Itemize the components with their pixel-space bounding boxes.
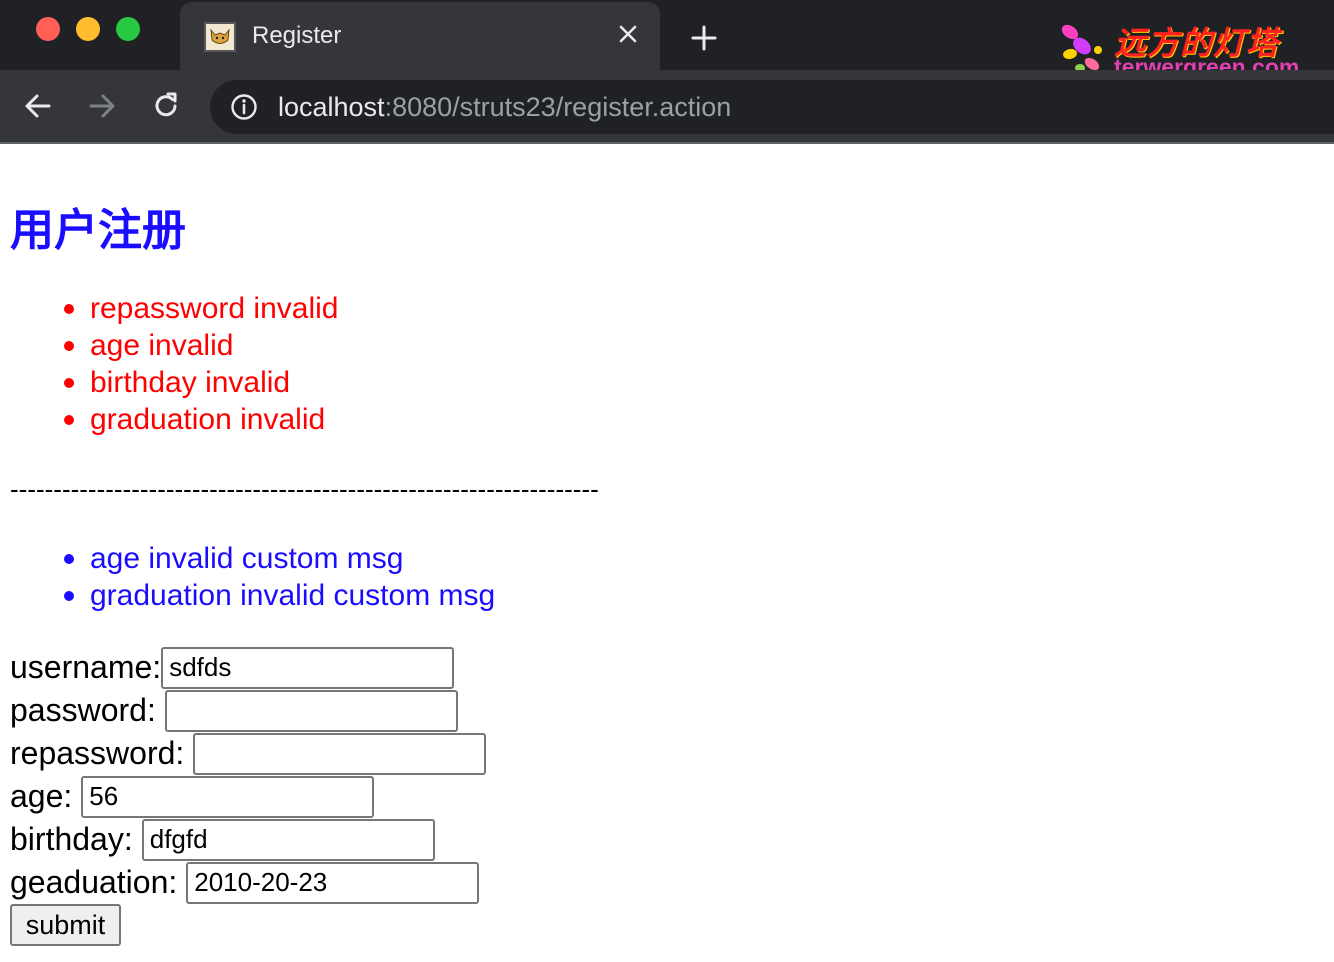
password-row: password: (10, 689, 458, 732)
graduation-row: geaduation: (10, 861, 480, 904)
url-host: localhost (278, 92, 385, 122)
tomcat-favicon-icon (204, 22, 236, 52)
field-error-list: repassword invalid age invalid birthday … (62, 290, 338, 438)
minimize-window-button[interactable] (76, 17, 100, 41)
browser-tab[interactable]: Register (180, 2, 660, 70)
username-input[interactable] (161, 646, 455, 689)
url-path: :8080/struts23/register.action (384, 92, 732, 122)
age-input[interactable] (81, 775, 375, 818)
password-input[interactable] (164, 689, 458, 732)
error-item: graduation invalid (62, 401, 338, 438)
tab-title: Register (252, 22, 342, 49)
new-tab-plus-icon[interactable] (684, 18, 724, 58)
browser-titlebar: Register 远方的灯塔 terwergreen.com (0, 0, 1334, 80)
browser-toolbar: localhost:8080/struts23/register.action (0, 70, 1334, 142)
graduation-input[interactable] (186, 861, 480, 904)
username-label: username: (10, 649, 162, 685)
custom-error-item: graduation invalid custom msg (62, 577, 495, 614)
back-arrow-icon[interactable] (18, 86, 58, 126)
birthday-input[interactable] (141, 818, 435, 861)
error-item: repassword invalid (62, 290, 338, 327)
url-text[interactable]: localhost:8080/struts23/register.action (278, 92, 731, 123)
maximize-window-button[interactable] (116, 17, 140, 41)
repassword-row: repassword: (10, 732, 487, 775)
age-label: age: (10, 778, 73, 814)
close-tab-icon[interactable] (612, 18, 644, 50)
close-window-button[interactable] (36, 17, 60, 41)
birthday-label: birthday: (10, 821, 133, 857)
birthday-row: birthday: (10, 818, 435, 861)
error-item: birthday invalid (62, 364, 338, 401)
custom-error-item: age invalid custom msg (62, 540, 495, 577)
reload-icon[interactable] (146, 86, 186, 126)
graduation-label: geaduation: (10, 864, 178, 900)
separator-line: ----------------------------------------… (10, 474, 599, 504)
site-info-icon[interactable] (230, 93, 258, 121)
page-content: 用户注册 repassword invalid age invalid birt… (0, 144, 1334, 962)
username-row: username: (10, 646, 455, 689)
submit-button[interactable]: submit (10, 904, 121, 946)
password-label: password: (10, 692, 156, 728)
age-row: age: (10, 775, 375, 818)
custom-error-list: age invalid custom msg graduation invali… (62, 540, 495, 614)
forward-arrow-icon[interactable] (82, 86, 122, 126)
repassword-label: repassword: (10, 735, 185, 771)
watermark-logo: 远方的灯塔 terwergreen.com (1056, 16, 1306, 80)
page-title: 用户注册 (10, 205, 186, 256)
error-item: age invalid (62, 327, 338, 364)
address-bar[interactable]: localhost:8080/struts23/register.action (210, 80, 1334, 134)
repassword-input[interactable] (193, 732, 487, 775)
